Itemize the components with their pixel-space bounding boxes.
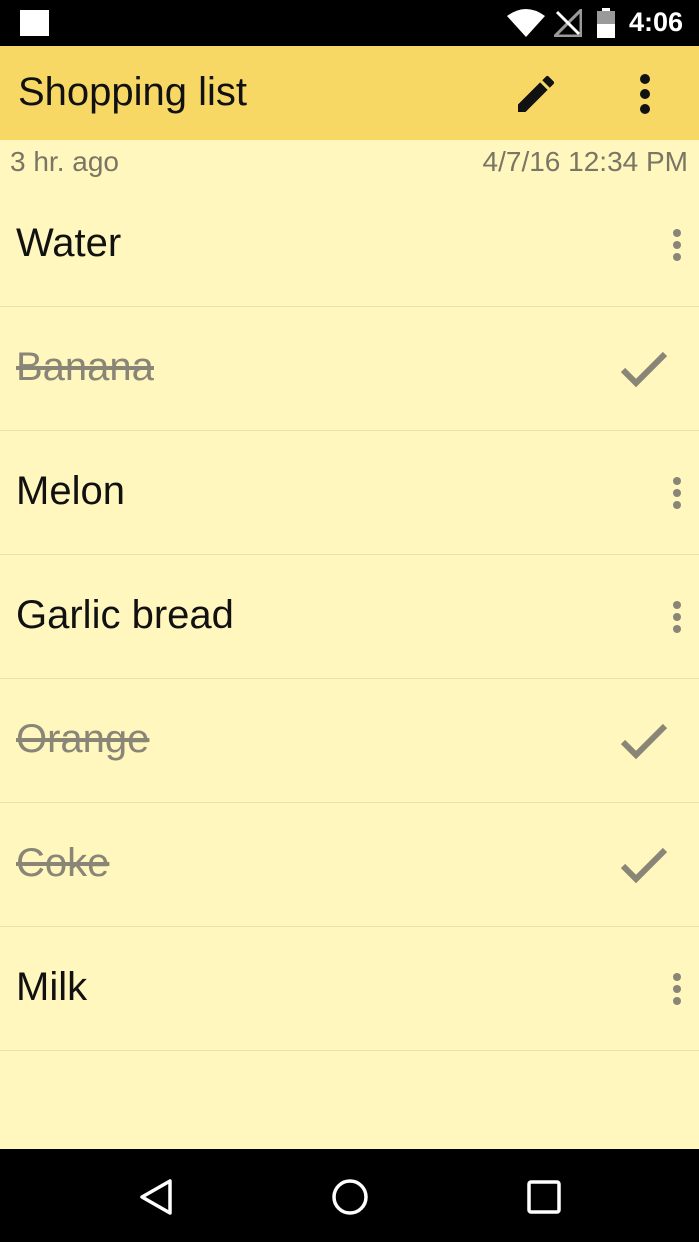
item-label: Water <box>16 221 122 265</box>
more-options-button[interactable] <box>622 68 668 120</box>
item-menu-button[interactable] <box>664 595 690 639</box>
checkmark-icon <box>620 847 668 884</box>
more-vert-icon <box>673 229 681 261</box>
notification-square-icon <box>20 10 49 36</box>
item-label: Orange <box>16 717 150 761</box>
more-vert-icon <box>640 74 650 114</box>
item-menu-button[interactable] <box>664 223 690 267</box>
list-item[interactable]: Melon <box>0 431 699 555</box>
item-menu-button[interactable] <box>664 471 690 515</box>
list-item[interactable]: Banana <box>0 307 699 431</box>
note-meta: 3 hr. ago 4/7/16 12:34 PM <box>0 140 699 184</box>
item-label: Garlic bread <box>16 593 234 637</box>
battery-icon <box>597 8 615 38</box>
checkmark-icon <box>620 351 668 388</box>
list-item[interactable]: Coke <box>0 803 699 927</box>
page-title: Shopping list <box>18 70 248 114</box>
item-label: Milk <box>16 965 88 1009</box>
list-item[interactable]: Milk <box>0 927 699 1051</box>
back-button[interactable] <box>132 1173 180 1221</box>
recents-button[interactable] <box>520 1173 568 1221</box>
more-vert-icon <box>673 477 681 509</box>
status-clock: 4:06 <box>629 7 684 37</box>
item-checked-button[interactable] <box>616 717 672 765</box>
app-bar: Shopping list <box>0 46 699 140</box>
item-label: Melon <box>16 469 125 513</box>
list-item[interactable]: Water <box>0 183 699 307</box>
shopping-list: Water Banana Melon Garlic bread Orange C… <box>0 183 699 1051</box>
signal-off-icon <box>554 9 582 37</box>
home-icon <box>332 1179 368 1215</box>
list-item[interactable]: Orange <box>0 679 699 803</box>
relative-time: 3 hr. ago <box>10 146 119 177</box>
pencil-icon <box>518 75 555 112</box>
more-vert-icon <box>673 973 681 1005</box>
recents-icon <box>527 1180 561 1214</box>
item-checked-button[interactable] <box>616 841 672 889</box>
item-label: Banana <box>16 345 154 389</box>
more-vert-icon <box>673 601 681 633</box>
edit-button[interactable] <box>508 68 564 120</box>
timestamp: 4/7/16 12:34 PM <box>482 146 688 177</box>
list-item[interactable]: Garlic bread <box>0 555 699 679</box>
status-bar: 4:06 <box>0 0 699 46</box>
item-label: Coke <box>16 841 110 885</box>
home-button[interactable] <box>326 1173 374 1221</box>
system-nav-bar <box>0 1149 699 1242</box>
checkmark-icon <box>620 723 668 760</box>
wifi-icon <box>507 9 545 37</box>
item-checked-button[interactable] <box>616 345 672 393</box>
back-icon <box>140 1179 172 1215</box>
item-menu-button[interactable] <box>664 967 690 1011</box>
